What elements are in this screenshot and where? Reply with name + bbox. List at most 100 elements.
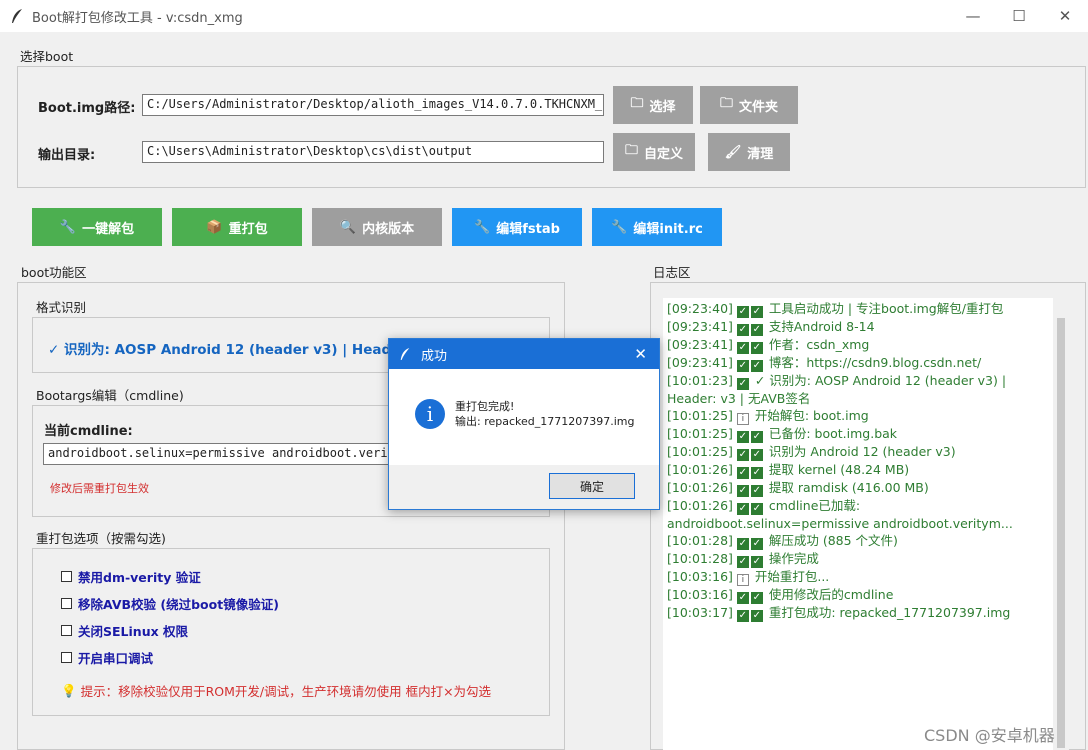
- log-timestamp: [10:01:28]: [667, 551, 737, 566]
- check-icon: ✓: [736, 538, 749, 550]
- custom-button[interactable]: 🗀 自定义: [613, 133, 695, 171]
- log-timestamp: [10:01:25]: [667, 444, 737, 459]
- kernel-version-button[interactable]: 🔍 内核版本: [312, 208, 442, 246]
- clear-button[interactable]: 🖌 清理: [708, 133, 790, 171]
- check-icon: ✓: [736, 485, 749, 497]
- log-message: 已备份: boot.img.bak: [764, 426, 898, 441]
- maximize-button[interactable]: ☐: [996, 0, 1042, 32]
- brush-icon: 🖌: [724, 144, 742, 160]
- checkbox[interactable]: [61, 652, 72, 663]
- log-timestamp: [10:03:16]: [667, 569, 737, 584]
- log-message: 作者：csdn_xmg: [764, 337, 870, 352]
- log-message: 解压成功 (885 个文件): [764, 533, 898, 548]
- cmdline-hint: 修改后需重打包生效: [50, 482, 149, 495]
- log-timestamp: [10:01:23]: [667, 373, 737, 388]
- folder-icon: 🗀: [630, 96, 644, 111]
- log-line: [10:01:26] ✓ ✓ cmdline已加载: androidboot.se…: [667, 497, 1049, 532]
- edit-initrc-button[interactable]: 🔧 编辑init.rc: [592, 208, 722, 246]
- log-line: [10:01:26] ✓ ✓ 提取 ramdisk (416.00 MB): [667, 479, 1049, 497]
- log-message: 提取 kernel (48.24 MB): [764, 462, 910, 477]
- minimize-button[interactable]: —: [950, 0, 996, 32]
- check-icon: ✓: [736, 324, 749, 336]
- log-message: 识别为 Android 12 (header v3): [764, 444, 956, 459]
- check-icon: ✓: [750, 431, 763, 443]
- feather-icon: [12, 9, 22, 23]
- check-icon: ✓: [750, 449, 763, 461]
- log-line: [10:01:26] ✓ ✓ 提取 kernel (48.24 MB): [667, 461, 1049, 479]
- log-line: [09:23:41] ✓ ✓ 作者：csdn_xmg: [667, 336, 1049, 354]
- log-message: 提取 ramdisk (416.00 MB): [764, 480, 929, 495]
- dialog-title-bar: 成功 ✕: [389, 339, 659, 369]
- search-icon: 🔍: [339, 219, 357, 235]
- select-button[interactable]: 🗀 选择: [613, 86, 693, 124]
- log-message: 开始重打包...: [750, 569, 830, 584]
- check-icon: ✓: [750, 503, 763, 515]
- package-icon: 📦: [206, 219, 223, 235]
- check-icon: ✓: [750, 592, 763, 604]
- watermark: CSDN @安卓机器: [924, 726, 1055, 745]
- option-serial-debug[interactable]: 开启串口调试: [61, 648, 153, 667]
- boot-path-input[interactable]: C:/Users/Administrator/Desktop/alioth_im…: [142, 94, 604, 116]
- close-button[interactable]: ✕: [1042, 0, 1088, 32]
- checkbox[interactable]: [61, 571, 72, 582]
- tip-text: 💡 提示：移除校验仅用于ROM开发/调试，生产环境请勿使用 框内打×为勾选: [61, 682, 492, 700]
- dialog-footer: 确定: [389, 465, 659, 509]
- repack-options-label: 重打包选项（按需勾选): [36, 528, 166, 547]
- check-icon: ✓: [750, 342, 763, 354]
- edit-fstab-button[interactable]: 🔧 编辑fstab: [452, 208, 582, 246]
- format-label: 格式识别: [36, 297, 87, 316]
- check-icon: ✓: [736, 610, 749, 622]
- option-remove-avb[interactable]: 移除AVB校验 (绕过boot镜像验证): [61, 594, 279, 613]
- log-line: [09:23:40] ✓ ✓ 工具启动成功 | 专注boot.img解包/重打包: [667, 300, 1049, 318]
- check-icon: ✓: [736, 431, 749, 443]
- log-text[interactable]: [09:23:40] ✓ ✓ 工具启动成功 | 专注boot.img解包/重打包[…: [663, 298, 1053, 750]
- check-icon: ✓: [736, 503, 749, 515]
- log-line: [10:01:25] i 开始解包: boot.img: [667, 407, 1049, 425]
- log-message: 操作完成: [764, 551, 819, 566]
- info-icon: i: [736, 413, 749, 425]
- wrench-icon: 🔧: [474, 219, 491, 235]
- check-icon: ✓: [736, 360, 749, 372]
- log-line: [09:23:41] ✓ ✓ 博客：https://csdn9.blog.csdn…: [667, 354, 1049, 372]
- cmdline-input[interactable]: androidboot.selinux=permissive androidbo…: [43, 443, 389, 465]
- log-timestamp: [10:03:16]: [667, 587, 737, 602]
- log-timestamp: [10:01:26]: [667, 498, 737, 513]
- check-icon: ✓: [736, 449, 749, 461]
- scroll-thumb[interactable]: [1057, 318, 1065, 748]
- check-icon: ✓: [736, 592, 749, 604]
- log-timestamp: [10:01:25]: [667, 426, 737, 441]
- checkbox[interactable]: [61, 598, 72, 609]
- select-boot-group: [17, 66, 1086, 188]
- log-timestamp: [09:23:40]: [667, 301, 737, 316]
- output-dir-input[interactable]: C:\Users\Administrator\Desktop\cs\dist\o…: [142, 141, 604, 163]
- ok-button[interactable]: 确定: [549, 473, 635, 499]
- check-icon: ✓: [750, 360, 763, 372]
- log-line: [10:01:28] ✓ ✓ 解压成功 (885 个文件): [667, 532, 1049, 550]
- check-icon: ✓: [750, 556, 763, 568]
- check-icon: ✓: [750, 324, 763, 336]
- log-timestamp: [10:03:17]: [667, 605, 737, 620]
- dialog-close-icon[interactable]: ✕: [634, 345, 647, 363]
- log-line: [10:03:17] ✓ ✓ 重打包成功: repacked_1771207397…: [667, 604, 1049, 622]
- unpack-button[interactable]: 🔧 一键解包: [32, 208, 162, 246]
- check-icon: ✓: [736, 467, 749, 479]
- wrench-icon: 🔧: [611, 219, 628, 235]
- log-line: [10:01:25] ✓ ✓ 识别为 Android 12 (header v3): [667, 443, 1049, 461]
- info-icon: i: [736, 574, 749, 586]
- repack-button[interactable]: 📦 重打包: [172, 208, 302, 246]
- check-icon: ✓: [750, 467, 763, 479]
- log-timestamp: [10:01:26]: [667, 462, 737, 477]
- check-icon: ✓: [750, 610, 763, 622]
- option-disable-selinux[interactable]: 关闭SELinux 权限: [61, 621, 188, 640]
- log-message: 重打包成功: repacked_1771207397.img: [764, 605, 1011, 620]
- log-timestamp: [10:01:26]: [667, 480, 737, 495]
- folder-button[interactable]: 🗀 文件夹: [700, 86, 798, 124]
- log-line: [10:03:16] i 开始重打包...: [667, 568, 1049, 586]
- log-line: [09:23:41] ✓ ✓ 支持Android 8-14: [667, 318, 1049, 336]
- title-bar: Boot解打包修改工具 - v:csdn_xmg — ☐ ✕: [0, 0, 1088, 32]
- log-scrollbar[interactable]: [1053, 298, 1069, 750]
- select-boot-label: 选择boot: [20, 46, 74, 65]
- checkbox[interactable]: [61, 625, 72, 636]
- option-disable-verity[interactable]: 禁用dm-verity 验证: [61, 567, 201, 586]
- log-line: [10:01:25] ✓ ✓ 已备份: boot.img.bak: [667, 425, 1049, 443]
